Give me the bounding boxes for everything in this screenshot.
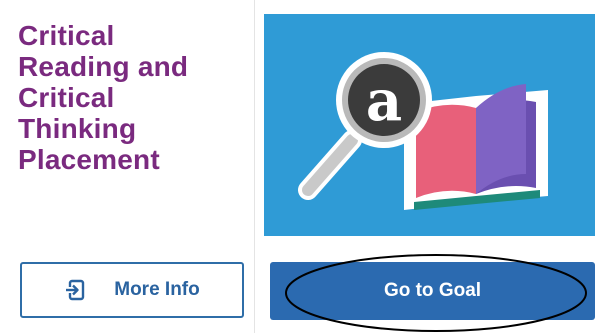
go-to-goal-button[interactable]: Go to Goal: [270, 262, 595, 320]
cover-badge-letter: a: [366, 68, 402, 134]
column-divider: [254, 0, 255, 333]
card-title-line: Critical: [18, 82, 115, 113]
magnifying-glass-book-icon: a: [298, 52, 548, 210]
goal-cover-image: a: [264, 14, 595, 236]
go-to-goal-label: Go to Goal: [383, 280, 482, 301]
card-title-line: Thinking: [18, 113, 137, 144]
card-title: Critical Reading and Critical Thinking P…: [18, 20, 250, 175]
enter-arrow-icon: [64, 279, 86, 301]
goal-card: Critical Reading and Critical Thinking P…: [0, 0, 603, 333]
card-title-line: Reading and: [18, 51, 189, 82]
more-info-button[interactable]: More Info: [20, 262, 244, 318]
card-title-line: Placement: [18, 144, 160, 175]
card-title-line: Critical: [18, 20, 115, 51]
more-info-label: More Info: [114, 279, 200, 300]
